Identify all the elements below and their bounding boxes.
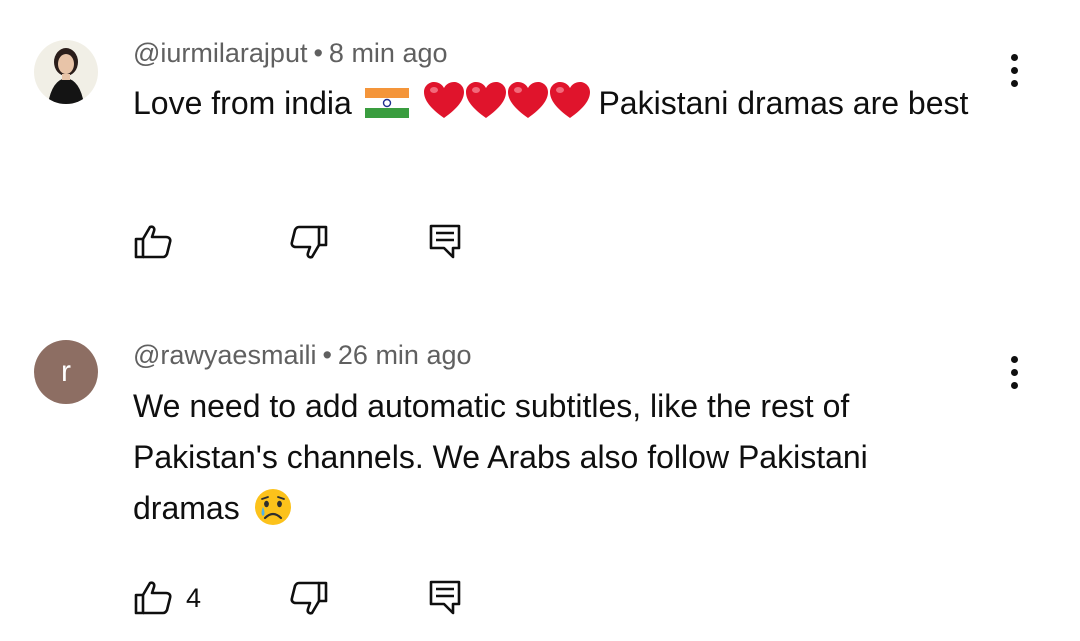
- comment-author[interactable]: @rawyaesmaili: [133, 340, 316, 370]
- crying-face-icon: [253, 487, 293, 542]
- thumbs-down-icon: [290, 581, 328, 615]
- avatar[interactable]: r: [34, 340, 98, 404]
- thumbs-up-icon: [134, 581, 172, 615]
- comment-meta: @rawyaesmaili • 26 min ago: [133, 340, 472, 371]
- avatar-letter: r: [61, 355, 71, 388]
- like-count: 4: [186, 583, 202, 613]
- reply-icon: [429, 580, 461, 615]
- meta-separator: •: [322, 340, 332, 370]
- reply-button[interactable]: [423, 576, 467, 620]
- dislike-button[interactable]: [287, 576, 331, 620]
- comment-time[interactable]: 26 min ago: [338, 340, 472, 370]
- more-vert-icon[interactable]: [996, 350, 1032, 394]
- like-button[interactable]: [131, 576, 175, 620]
- comment-text-part: We need to add automatic subtitles, like…: [133, 388, 868, 526]
- comment-item: r @rawyaesmaili • 26 min ago We need to ad…: [0, 0, 1080, 641]
- comment-text: We need to add automatic subtitles, like…: [133, 381, 973, 542]
